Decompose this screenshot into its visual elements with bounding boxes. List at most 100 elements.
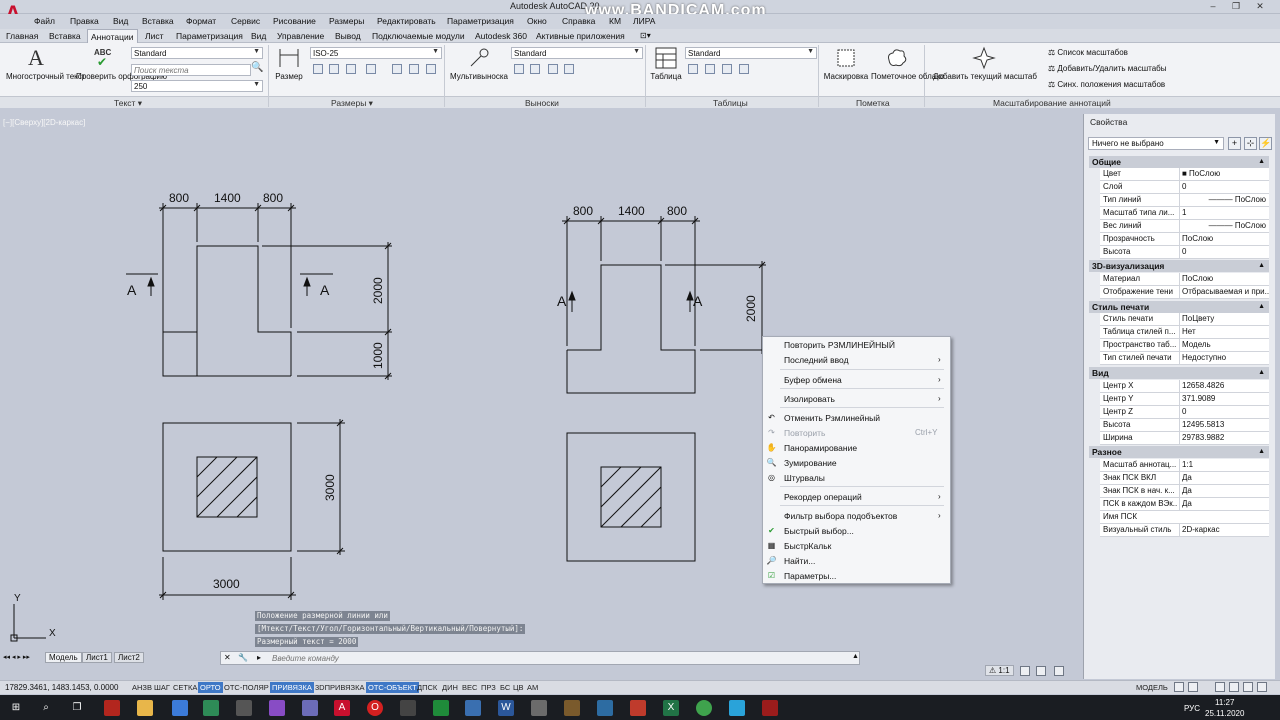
section-general[interactable]: Общие ▲: [1089, 156, 1269, 168]
align-leader-icon[interactable]: [548, 64, 558, 74]
autocad-taskbar-icon[interactable]: A: [334, 700, 350, 716]
app-icon[interactable]: [762, 700, 778, 716]
file-explorer-icon[interactable]: [137, 700, 153, 716]
hardware-accel-icon[interactable]: [1243, 682, 1253, 692]
status-grid[interactable]: СЕТКА: [171, 682, 199, 693]
table-icon[interactable]: [655, 47, 677, 69]
menu-insert[interactable]: Вставка: [142, 16, 174, 26]
opera-icon[interactable]: O: [367, 700, 383, 716]
tab-a360[interactable]: Autodesk 360: [475, 31, 527, 41]
tab-nav-icon[interactable]: ◂◂ ◂ ▸ ▸▸: [3, 653, 30, 661]
section-label-a[interactable]: A: [127, 282, 137, 298]
prop-row-plottype[interactable]: Тип стилей печати Недоступно: [1100, 352, 1269, 365]
dim-baseline-icon[interactable]: [346, 64, 356, 74]
command-prompt-icon[interactable]: ▸: [257, 653, 261, 662]
status-am[interactable]: АМ: [525, 682, 540, 693]
annotation-scale-control[interactable]: ⚠ 1:1: [985, 665, 1014, 676]
dim-quick-icon[interactable]: [313, 64, 323, 74]
menu-file[interactable]: Файл: [34, 16, 55, 26]
ctx-redo[interactable]: Повторить: [784, 428, 826, 438]
left-plan-dimensions[interactable]: [159, 419, 345, 600]
close-icon[interactable]: ✕: [1252, 1, 1268, 13]
status-snap[interactable]: ШАГ: [152, 682, 172, 693]
wipeout-button[interactable]: Маскировка: [822, 72, 870, 81]
ctx-repeat-dimlinear[interactable]: Повторить РЗМЛИНЕЙНЫЙ: [784, 340, 895, 350]
menu-km[interactable]: КМ: [609, 16, 621, 26]
app-icon[interactable]: [531, 700, 547, 716]
selection-dropdown[interactable]: Ничего не выбрано ▼: [1088, 137, 1224, 150]
workspace-icon[interactable]: [1215, 682, 1225, 692]
dim-text-1000-left[interactable]: 1000: [371, 342, 385, 369]
app-icon[interactable]: [172, 700, 188, 716]
prop-row-lineweight[interactable]: Вес линий ——— ПоСлою: [1100, 220, 1269, 233]
mtext-button[interactable]: Многострочный текст: [6, 72, 85, 81]
prop-row-ucs-origin[interactable]: Знак ПСК в нач. к... Да: [1100, 485, 1269, 498]
task-view-icon[interactable]: ❐: [69, 700, 85, 716]
table-style-select[interactable]: Standard ▼: [685, 47, 817, 59]
command-input[interactable]: [272, 653, 832, 663]
status-3dosnap[interactable]: 3DПРИВЯЗКА: [313, 682, 366, 693]
app-icon[interactable]: [564, 700, 580, 716]
app-icon[interactable]: [696, 700, 712, 716]
panel-label-text[interactable]: Текст ▾: [114, 98, 142, 109]
multileader-icon[interactable]: [467, 47, 491, 69]
dim-space-icon[interactable]: [366, 64, 376, 74]
status-otrack[interactable]: ОТС-ОБЪЕКТ: [366, 682, 419, 693]
status-model[interactable]: МОДЕЛЬ: [1134, 682, 1170, 693]
prop-row-linetype[interactable]: Тип линий ——— ПоСлою: [1100, 194, 1269, 207]
section-label-a[interactable]: A: [557, 293, 567, 309]
clean-screen-icon[interactable]: [1054, 666, 1064, 676]
ctx-action-recorder[interactable]: Рекордер операций: [784, 492, 862, 502]
app-icon[interactable]: [302, 700, 318, 716]
dim-jog-icon[interactable]: [426, 64, 436, 74]
minimize-icon[interactable]: –: [1205, 1, 1221, 13]
prop-row-height[interactable]: Высота 12495.5813: [1100, 419, 1269, 432]
tab-model[interactable]: Модель: [45, 652, 82, 663]
dimension-button[interactable]: Размер: [274, 72, 304, 81]
tab-apps[interactable]: Активные приложения: [536, 31, 625, 41]
sync-scales-button[interactable]: ⚖ Синх. положения масштабов: [1048, 80, 1165, 89]
text-height-select[interactable]: 250 ▼: [131, 80, 263, 92]
prop-row-centerz[interactable]: Центр Z 0: [1100, 406, 1269, 419]
ctx-find[interactable]: Найти...: [784, 556, 815, 566]
add-scale-icon[interactable]: [972, 46, 996, 70]
dim-text-800-right[interactable]: 800: [263, 191, 283, 205]
quickview-drawings-icon[interactable]: [1188, 682, 1198, 692]
ctx-recent-input[interactable]: Последний ввод: [784, 355, 849, 365]
remove-leader-icon[interactable]: [530, 64, 540, 74]
tab-output[interactable]: Вывод: [335, 31, 361, 41]
prop-row-ucs-on[interactable]: Знак ПСК ВКЛ Да: [1100, 472, 1269, 485]
prop-row-ucs-name[interactable]: Имя ПСК: [1100, 511, 1269, 524]
menu-format[interactable]: Формат: [186, 16, 216, 26]
isolate-objects-icon[interactable]: [1257, 682, 1267, 692]
tab-manage[interactable]: Управление: [277, 31, 324, 41]
prop-row-centerx[interactable]: Центр X 12658.4826: [1100, 380, 1269, 393]
chevron-up-icon[interactable]: ▲: [852, 653, 859, 660]
app-icon[interactable]: [104, 700, 120, 716]
wipeout-icon[interactable]: [835, 47, 857, 69]
menu-window[interactable]: Окно: [527, 16, 547, 26]
dim-text-800-left[interactable]: 800: [169, 191, 189, 205]
tab-sheet1[interactable]: Лист1: [82, 652, 112, 663]
extract-data-icon[interactable]: [688, 64, 698, 74]
tab-view[interactable]: Вид: [251, 31, 266, 41]
ctx-clipboard[interactable]: Буфер обмена: [784, 375, 842, 385]
mleader-style-select[interactable]: Standard ▼: [511, 47, 643, 59]
app-icon[interactable]: [465, 700, 481, 716]
prop-row-material[interactable]: Материал ПоСлою: [1100, 273, 1269, 286]
prop-row-transparency[interactable]: Прозрачность ПоСлою: [1100, 233, 1269, 246]
ctx-isolate[interactable]: Изолировать: [784, 394, 835, 404]
coordinates-readout[interactable]: 17829.3461, 1483.1453, 0.0000: [5, 683, 118, 692]
menu-dimension[interactable]: Размеры: [329, 16, 364, 26]
section-plot-style[interactable]: Стиль печати ▲: [1089, 301, 1269, 313]
clock-date[interactable]: 25.11.2020: [1205, 709, 1244, 718]
dim-break-icon[interactable]: [392, 64, 402, 74]
clock-time[interactable]: 11:27: [1215, 698, 1234, 707]
add-leader-icon[interactable]: [514, 64, 524, 74]
dim-style-select[interactable]: ISO-25 ▼: [310, 47, 442, 59]
toggle-pickadd-icon[interactable]: +: [1228, 137, 1241, 150]
section-misc[interactable]: Разное ▲: [1089, 446, 1269, 458]
ctx-undo[interactable]: Отменить Рзмлинейный: [784, 413, 880, 423]
section-view[interactable]: Вид ▲: [1089, 367, 1269, 379]
collect-leader-icon[interactable]: [564, 64, 574, 74]
